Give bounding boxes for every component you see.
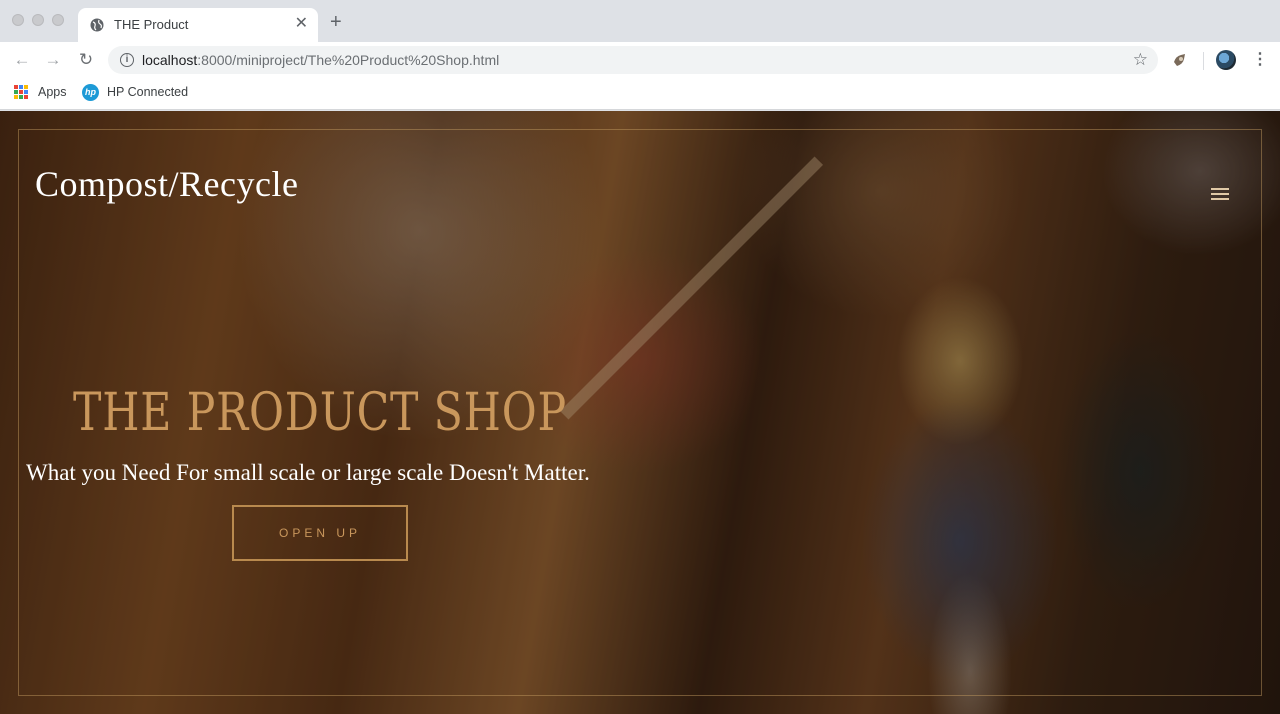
extension-icon[interactable] [1172, 52, 1188, 68]
bookmark-hp-connected[interactable]: HP Connected [107, 85, 188, 99]
reload-icon[interactable]: ↻ [76, 50, 96, 70]
site-info-icon[interactable]: i [120, 53, 134, 67]
new-tab-button[interactable]: + [330, 12, 342, 32]
browser-tab[interactable]: THE Product ✕ [78, 8, 318, 42]
more-menu-icon[interactable]: ⋮ [1252, 50, 1268, 70]
url-text[interactable]: localhost:8000/miniproject/The%20Product… [142, 52, 499, 68]
toolbar-divider [1203, 52, 1204, 70]
window-maximize-button[interactable] [52, 14, 64, 26]
bookmark-apps[interactable]: Apps [38, 85, 67, 99]
address-bar[interactable]: i localhost:8000/miniproject/The%20Produ… [108, 46, 1158, 74]
url-path: :8000/miniproject/The%20Product%20Shop.h… [197, 52, 500, 68]
profile-avatar[interactable] [1216, 50, 1236, 70]
hero-subtitle: What you Need For small scale or large s… [26, 460, 590, 485]
open-up-button[interactable]: OPEN UP [232, 505, 408, 561]
window-close-button[interactable] [12, 14, 24, 26]
hp-logo-icon: hp [82, 84, 99, 101]
hamburger-menu-icon[interactable] [1211, 188, 1229, 202]
browser-tab-bar: THE Product ✕ + [0, 0, 1280, 42]
bookmark-star-icon[interactable]: ☆ [1133, 50, 1148, 70]
url-host: localhost [142, 52, 198, 68]
forward-arrow-icon[interactable]: → [43, 50, 63, 70]
back-arrow-icon[interactable]: ← [12, 50, 32, 70]
tab-title: THE Product [114, 17, 189, 32]
browser-toolbar: ← → ↻ i localhost:8000/miniproject/The%2… [0, 42, 1280, 78]
globe-icon [90, 18, 104, 32]
site-brand-logo[interactable]: Compost/Recycle [35, 163, 298, 205]
window-minimize-button[interactable] [32, 14, 44, 26]
hero-title: THE PRODUCT SHOP [73, 383, 567, 443]
menu-bar [1211, 198, 1229, 200]
apps-grid-icon[interactable] [14, 85, 28, 99]
page-viewport: Compost/Recycle THE PRODUCT SHOP What yo… [0, 111, 1280, 714]
menu-bar [1211, 193, 1229, 195]
menu-bar [1211, 188, 1229, 190]
close-tab-icon[interactable]: ✕ [295, 15, 308, 33]
bookmarks-bar: Apps hp HP Connected [0, 78, 1280, 110]
